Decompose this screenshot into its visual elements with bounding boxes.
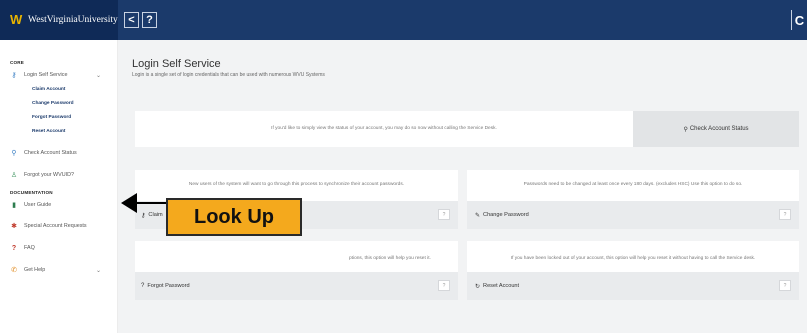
- star-icon: ✱: [11, 222, 17, 230]
- phone-icon: ✆: [11, 266, 17, 274]
- claim-description: New users of the system will want to go …: [188, 182, 405, 187]
- sidebar-item-get-help[interactable]: ✆ Get Help ⌄: [10, 264, 101, 276]
- sidebar-item-label: Get Help: [24, 267, 46, 273]
- user-icon: ♙: [10, 171, 18, 179]
- sidebar-item-login-self-service[interactable]: ⚷ Login Self Service ⌄: [10, 69, 101, 81]
- sidebar-subitem-forgot-password[interactable]: Forgot Password: [32, 115, 71, 120]
- question-icon: ?: [11, 244, 17, 252]
- page-title: Login Self Service: [132, 58, 221, 70]
- change-password-button[interactable]: ✎ Change Password: [467, 201, 799, 229]
- refresh-icon: ↻: [475, 283, 481, 290]
- change-password-card: Passwords need to be changed at least on…: [467, 170, 799, 229]
- sidebar-item-label: FAQ: [24, 245, 35, 251]
- sidebar-item-forgot-wvuid[interactable]: ♙ Forgot your WVUID?: [10, 169, 74, 181]
- callout-arrow-icon: [121, 193, 137, 213]
- question-icon: ?: [141, 283, 145, 289]
- check-account-status-label: Check Account Status: [689, 126, 749, 132]
- forgot-password-button[interactable]: ? Forgot Password: [135, 272, 458, 300]
- logo-text: WestVirginiaUniversity: [28, 15, 118, 25]
- sidebar-item-label: Special Account Requests: [24, 223, 87, 229]
- flying-wv-icon: W: [10, 12, 23, 27]
- claim-help-button[interactable]: ?: [438, 209, 450, 220]
- section-documentation: DOCUMENTATION: [10, 190, 53, 195]
- section-core: CORE: [10, 60, 25, 65]
- forgot-description: ptions, this option will help you reset …: [349, 256, 431, 261]
- back-button[interactable]: <: [124, 12, 139, 28]
- sidebar-item-label: Login Self Service: [24, 72, 68, 78]
- main-content: Login Self Service Login is a single set…: [118, 40, 807, 333]
- sidebar-item-label: User Guide: [24, 202, 52, 208]
- check-account-status-button[interactable]: ⚲ Check Account Status: [633, 111, 799, 147]
- sidebar-item-special-account-requests[interactable]: ✱ Special Account Requests: [10, 220, 87, 232]
- search-icon: ⚲: [11, 149, 17, 157]
- top-bar: W WestVirginiaUniversity < ? C: [0, 0, 807, 40]
- change-description: Passwords need to be changed at least on…: [523, 182, 743, 187]
- book-icon: ▮: [12, 201, 16, 209]
- sidebar-item-label: Check Account Status: [24, 150, 77, 156]
- sidebar-item-faq[interactable]: ? FAQ: [10, 242, 35, 254]
- reset-description: If you have been locked out of your acco…: [510, 256, 756, 261]
- help-button[interactable]: ?: [142, 12, 157, 28]
- sidebar: CORE ⚷ Login Self Service ⌄ Claim Accoun…: [0, 40, 118, 333]
- forgot-help-button[interactable]: ?: [438, 280, 450, 291]
- chevron-down-icon: ⌄: [96, 267, 102, 274]
- reset-account-button[interactable]: ↻ Reset Account: [467, 272, 799, 300]
- sidebar-subitem-change-password[interactable]: Change Password: [32, 101, 74, 106]
- top-right-button[interactable]: C: [791, 10, 807, 30]
- claim-account-label: Claim: [148, 212, 163, 218]
- look-up-callout: Look Up: [166, 198, 302, 236]
- sidebar-subitem-claim-account[interactable]: Claim Account: [32, 87, 65, 92]
- sidebar-item-check-account-status[interactable]: ⚲ Check Account Status: [10, 147, 77, 159]
- search-icon: ⚲: [683, 126, 688, 133]
- sidebar-item-user-guide[interactable]: ▮ User Guide: [10, 199, 51, 211]
- chevron-down-icon: ⌄: [96, 72, 102, 79]
- sidebar-subitem-reset-account[interactable]: Reset Account: [32, 129, 65, 134]
- key-icon: ⚷: [11, 71, 17, 79]
- reset-help-button[interactable]: ?: [779, 280, 791, 291]
- forgot-password-label: Forgot Password: [147, 283, 190, 289]
- forgot-password-card: ptions, this option will help you reset …: [135, 241, 458, 300]
- change-password-label: Change Password: [483, 212, 529, 218]
- wvu-logo[interactable]: W WestVirginiaUniversity: [0, 0, 118, 40]
- page-subtitle: Login is a single set of login credentia…: [132, 72, 325, 78]
- status-description: If you'd like to simply view the status …: [271, 126, 497, 131]
- sidebar-item-label: Forgot your WVUID?: [24, 172, 75, 178]
- pencil-icon: ✎: [475, 212, 481, 219]
- change-help-button[interactable]: ?: [779, 209, 791, 220]
- callout-line: [136, 202, 167, 204]
- key-icon: ⚷: [141, 212, 146, 219]
- reset-account-label: Reset Account: [483, 283, 520, 289]
- account-status-panel: If you'd like to simply view the status …: [135, 111, 799, 147]
- reset-account-card: If you have been locked out of your acco…: [467, 241, 799, 300]
